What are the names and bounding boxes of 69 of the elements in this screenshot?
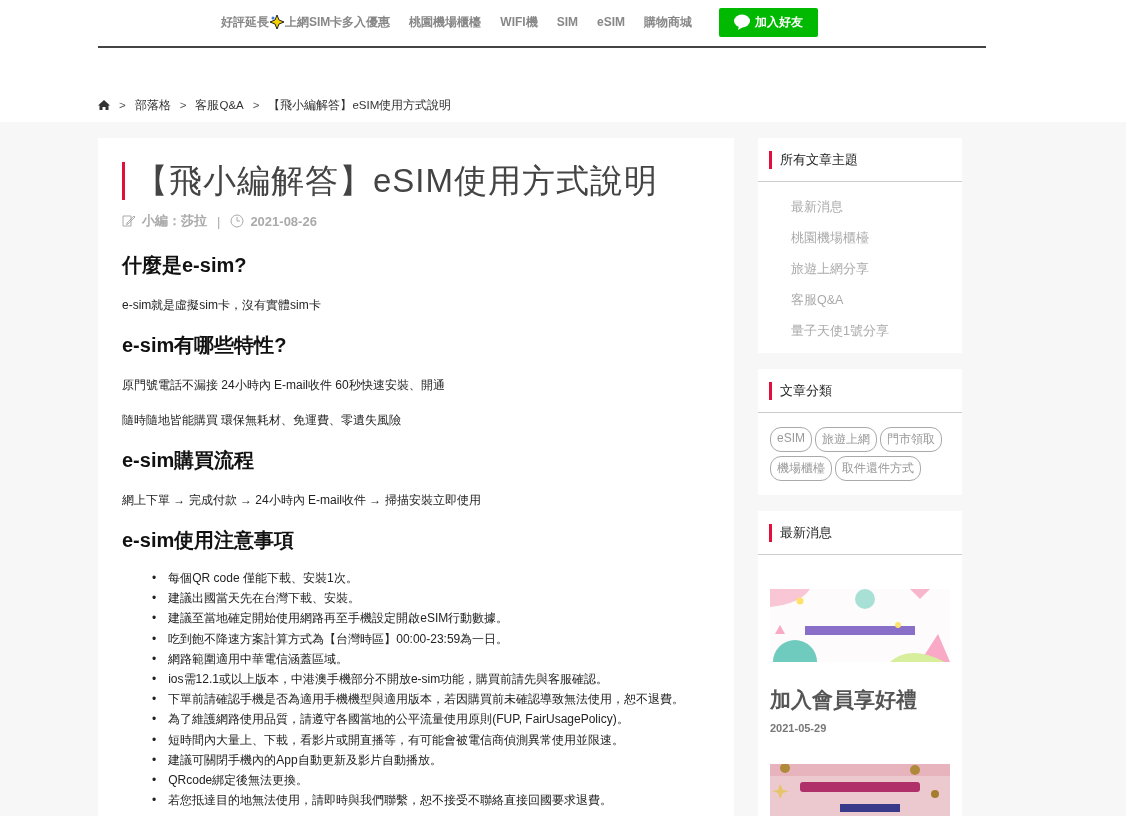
post-date: 2021-08-26	[250, 213, 317, 229]
tag-chip[interactable]: 旅遊上網	[815, 427, 877, 452]
separator: |	[217, 213, 221, 229]
nav-link[interactable]: 好評延長 上網SIM卡多入優惠	[220, 13, 391, 31]
bullet: •	[152, 630, 157, 648]
section-heading: e-sim購買流程	[122, 448, 256, 473]
paragraph: e-sim就是虛擬sim卡，沒有實體sim卡	[122, 297, 322, 314]
category-link[interactable]: 旅遊上網分享	[791, 254, 962, 285]
section-heading: 什麼是e-sim?	[122, 253, 248, 278]
list-item: 建議至當地確定開始使用網路再至手機設定開啟eSIM行動數據。	[168, 610, 509, 628]
tag-chip[interactable]: 取件還件方式	[835, 456, 921, 481]
category-link[interactable]: 客服Q&A	[791, 285, 962, 316]
widget-title: 最新消息	[769, 523, 832, 542]
paragraph: 隨時隨地皆能購買 環保無耗材、免運費、零遺失風險	[122, 412, 403, 429]
post-title[interactable]: 加入會員享好禮	[770, 686, 950, 714]
paragraph: 原門號電話不漏接 24小時內 E-mail收件 60秒快速安裝、開通	[122, 377, 446, 394]
list-item: 短時間內大量上、下載，看影片或開直播等，有可能會被電信商偵測異常使用並限速。	[168, 731, 625, 749]
nav-link[interactable]: eSIM	[597, 15, 625, 29]
clock-icon	[230, 214, 245, 228]
list-item: QRcode綁定後無法更換。	[168, 772, 309, 790]
separator: >	[119, 99, 126, 111]
breadcrumb-link[interactable]: 部落格	[134, 97, 171, 113]
nav-link[interactable]: SIM	[556, 15, 578, 29]
tag-chip[interactable]: 門市領取	[880, 427, 942, 452]
article-title: 【飛小編解答】eSIM使用方式說明	[122, 162, 734, 200]
widget-title: 所有文章主題	[769, 150, 858, 169]
nav-link[interactable]: WIFI機	[500, 13, 538, 31]
tag-chip[interactable]: 機場櫃檯	[770, 456, 832, 481]
list-item: ios需12.1或以上版本，中港澳手機部分不開放e-sim功能，購買前請先與客服確認。	[168, 671, 609, 688]
section-heading: e-sim有哪些特性?	[122, 333, 288, 358]
bullet: •	[152, 650, 157, 668]
list-item: 若您抵達目的地無法使用，請即時與我們聯繫，恕不接受不聯絡直接回國要求退費。	[168, 792, 613, 810]
category-link[interactable]: 最新消息	[791, 192, 962, 223]
bullet: •	[152, 751, 157, 769]
bullet: •	[152, 691, 157, 709]
list-item: 每個QR code 僅能下載、安裝1次。	[168, 570, 358, 587]
tag-chip[interactable]: eSIM	[770, 427, 812, 452]
bullet: •	[152, 570, 157, 587]
separator: >	[179, 99, 187, 111]
bullet: •	[152, 590, 157, 608]
chat-bubble-icon	[734, 14, 750, 30]
breadcrumb-link[interactable]: 客服Q&A	[195, 97, 244, 113]
bullet: •	[152, 731, 157, 749]
nav-link[interactable]: 購物商城	[644, 13, 692, 31]
list-item: 網路範圍適用中華電信涵蓋區域。	[168, 650, 349, 668]
author: 小編：莎拉	[142, 212, 207, 230]
add-friend-button[interactable]: 加入好友	[719, 7, 818, 37]
post-date: 2021-05-29	[770, 722, 828, 734]
bullet: •	[152, 610, 157, 628]
list-item: 吃到飽不降速方案計算方式為【台灣時區】00:00-23:59為一日。	[168, 630, 509, 648]
edit-icon	[122, 214, 136, 228]
widget-title: 文章分類	[769, 381, 832, 400]
section-heading: e-sim使用注意事項	[122, 528, 296, 553]
bullet: •	[152, 711, 157, 729]
sparkle-icon	[268, 14, 285, 30]
category-link[interactable]: 量子天使1號分享	[791, 316, 962, 347]
bullet: •	[152, 671, 157, 688]
list-item: 建議出國當天先在台灣下載、安裝。	[168, 590, 361, 608]
category-link[interactable]: 桃園機場櫃檯	[791, 223, 962, 254]
list-item: 為了維護網路使用品質，請遵守各國當地的公平流量使用原則(FUP, FairUsagePolicy)。	[168, 711, 629, 729]
separator: >	[252, 99, 260, 111]
list-item: 建議可關閉手機內的App自動更新及影片自動播放。	[168, 751, 442, 769]
bullet: •	[152, 772, 157, 790]
list-item: 下單前請確認手機是否為適用手機機型與適用版本，若因購買前未確認導致無法使用，恕不退費。	[168, 691, 685, 709]
home-icon[interactable]	[98, 99, 110, 111]
paragraph: 網上下單 → 完成付款 → 24小時內 E-mail收件 → 掃描安裝立即使用	[122, 492, 482, 509]
breadcrumb-link[interactable]: 【飛小編解答】eSIM使用方式說明	[268, 97, 452, 113]
nav-link[interactable]: 桃園機場櫃檯	[409, 13, 482, 31]
bullet: •	[152, 792, 157, 810]
